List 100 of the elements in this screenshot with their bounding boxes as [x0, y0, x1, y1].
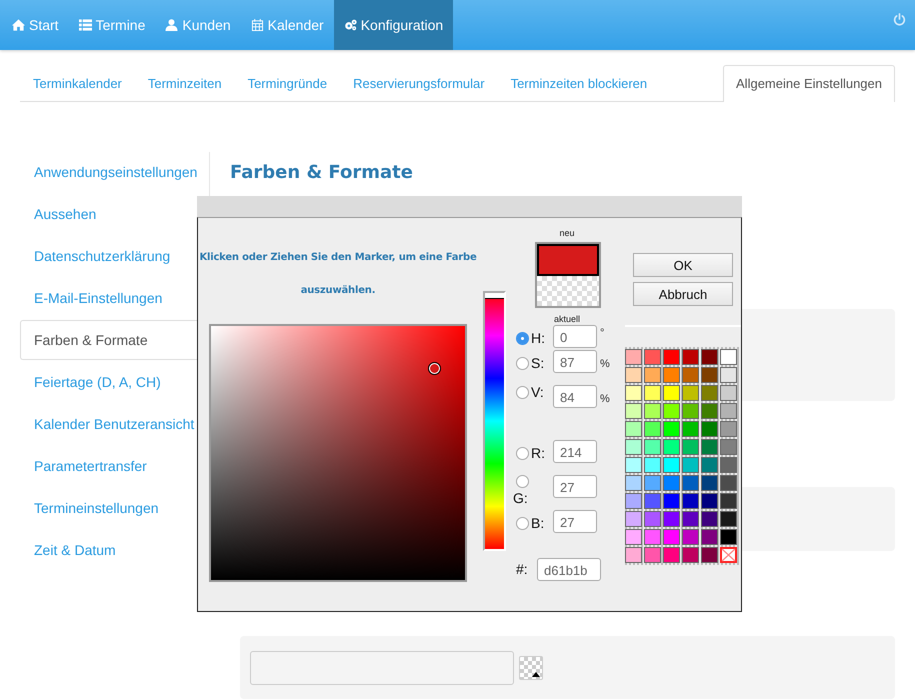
color-swatch[interactable]	[682, 475, 699, 491]
color-swatch[interactable]	[663, 457, 680, 473]
color-swatch[interactable]	[701, 457, 718, 473]
hue-slider-handle[interactable]	[485, 293, 504, 299]
color-swatch[interactable]	[720, 349, 737, 365]
color-swatch[interactable]	[682, 367, 699, 383]
color-swatch[interactable]	[701, 367, 718, 383]
color-swatch[interactable]	[625, 475, 642, 491]
color-swatch[interactable]	[682, 349, 699, 365]
color-swatch[interactable]	[625, 529, 642, 545]
color-swatch[interactable]	[644, 511, 661, 527]
color-picker-button[interactable]	[519, 656, 543, 680]
color-swatch[interactable]	[720, 367, 737, 383]
color-swatch[interactable]	[644, 349, 661, 365]
radio-button[interactable]	[516, 356, 529, 370]
nav-item[interactable]: Konfiguration	[334, 0, 454, 50]
color-swatch[interactable]	[682, 457, 699, 473]
tab[interactable]: Allgemeine Einstellungen	[723, 65, 895, 102]
color-swatch[interactable]	[625, 547, 642, 563]
color-swatch[interactable]	[625, 349, 642, 365]
color-swatch[interactable]	[644, 457, 661, 473]
color-swatch[interactable]	[644, 367, 661, 383]
color-swatch[interactable]	[701, 385, 718, 401]
color-swatch[interactable]	[701, 349, 718, 365]
value-field[interactable]: 84	[553, 385, 597, 408]
tab[interactable]: Termingründe	[234, 65, 340, 101]
radio-button[interactable]	[516, 332, 529, 344]
nav-item[interactable]: Start	[2, 0, 69, 50]
color-swatch[interactable]	[720, 385, 737, 401]
color-swatch[interactable]	[682, 403, 699, 419]
color-swatch[interactable]	[701, 403, 718, 419]
color-swatch[interactable]	[682, 511, 699, 527]
cancel-button[interactable]: Abbruch	[633, 282, 733, 306]
color-swatch[interactable]	[663, 511, 680, 527]
value-field[interactable]: 0	[553, 325, 597, 348]
color-swatch[interactable]	[663, 439, 680, 455]
color-swatch[interactable]	[625, 421, 642, 437]
color-swatch[interactable]	[701, 421, 718, 437]
color-swatch[interactable]	[720, 475, 737, 491]
color-swatch[interactable]	[682, 439, 699, 455]
color-swatch[interactable]	[663, 421, 680, 437]
color-swatch[interactable]	[663, 529, 680, 545]
color-swatch[interactable]	[701, 493, 718, 509]
color-swatch[interactable]	[720, 403, 737, 419]
color-swatch[interactable]	[720, 493, 737, 509]
no-color-swatch[interactable]	[720, 547, 737, 563]
color-swatch[interactable]	[720, 439, 737, 455]
color-swatch[interactable]	[720, 511, 737, 527]
color-swatch[interactable]	[625, 403, 642, 419]
color-swatch[interactable]	[663, 349, 680, 365]
tab[interactable]: Terminzeiten blockieren	[498, 65, 660, 101]
ok-button[interactable]: OK	[633, 253, 733, 277]
color-swatch[interactable]	[644, 385, 661, 401]
color-swatch[interactable]	[644, 403, 661, 419]
color-swatch[interactable]	[682, 529, 699, 545]
color-swatch[interactable]	[644, 547, 661, 563]
saturation-value-area[interactable]	[209, 324, 467, 582]
color-swatch[interactable]	[701, 511, 718, 527]
color-swatch[interactable]	[682, 493, 699, 509]
color-swatch[interactable]	[625, 385, 642, 401]
color-swatch[interactable]	[644, 475, 661, 491]
radio-button[interactable]	[516, 475, 529, 488]
color-swatch[interactable]	[701, 547, 718, 563]
color-swatch[interactable]	[625, 511, 642, 527]
color-swatch[interactable]	[701, 475, 718, 491]
sidebar-item[interactable]: Anwendungseinstellungen	[20, 152, 209, 192]
value-field[interactable]: 214	[553, 440, 597, 463]
color-swatch[interactable]	[625, 493, 642, 509]
color-swatch[interactable]	[644, 439, 661, 455]
color-swatch[interactable]	[625, 457, 642, 473]
nav-item[interactable]: Termine	[68, 0, 156, 50]
value-field[interactable]: 87	[553, 350, 597, 373]
color-swatch[interactable]	[644, 421, 661, 437]
color-swatch[interactable]	[701, 529, 718, 545]
radio-button[interactable]	[516, 446, 529, 460]
tab[interactable]: Terminkalender	[20, 65, 135, 101]
color-swatch[interactable]	[720, 421, 737, 437]
color-swatch[interactable]	[663, 367, 680, 383]
hue-slider[interactable]	[483, 291, 506, 551]
color-input-field[interactable]	[250, 650, 514, 684]
color-swatch[interactable]	[701, 439, 718, 455]
color-swatch[interactable]	[682, 421, 699, 437]
color-swatch[interactable]	[720, 457, 737, 473]
color-swatch[interactable]	[625, 367, 642, 383]
radio-button[interactable]	[516, 516, 529, 530]
radio-button[interactable]	[516, 386, 529, 398]
color-swatch[interactable]	[663, 493, 680, 509]
nav-item[interactable]: Kalender	[240, 0, 334, 50]
color-swatch[interactable]	[663, 547, 680, 563]
marker-handle[interactable]	[428, 362, 441, 375]
color-swatch[interactable]	[682, 547, 699, 563]
tab[interactable]: Reservierungsformular	[340, 65, 498, 101]
color-swatch[interactable]	[663, 385, 680, 401]
nav-item[interactable]: Kunden	[155, 0, 241, 50]
tab[interactable]: Terminzeiten	[134, 65, 235, 101]
value-field[interactable]: 27	[553, 510, 597, 533]
color-swatch[interactable]	[644, 529, 661, 545]
color-swatch[interactable]	[682, 385, 699, 401]
color-swatch[interactable]	[663, 475, 680, 491]
color-swatch[interactable]	[625, 439, 642, 455]
